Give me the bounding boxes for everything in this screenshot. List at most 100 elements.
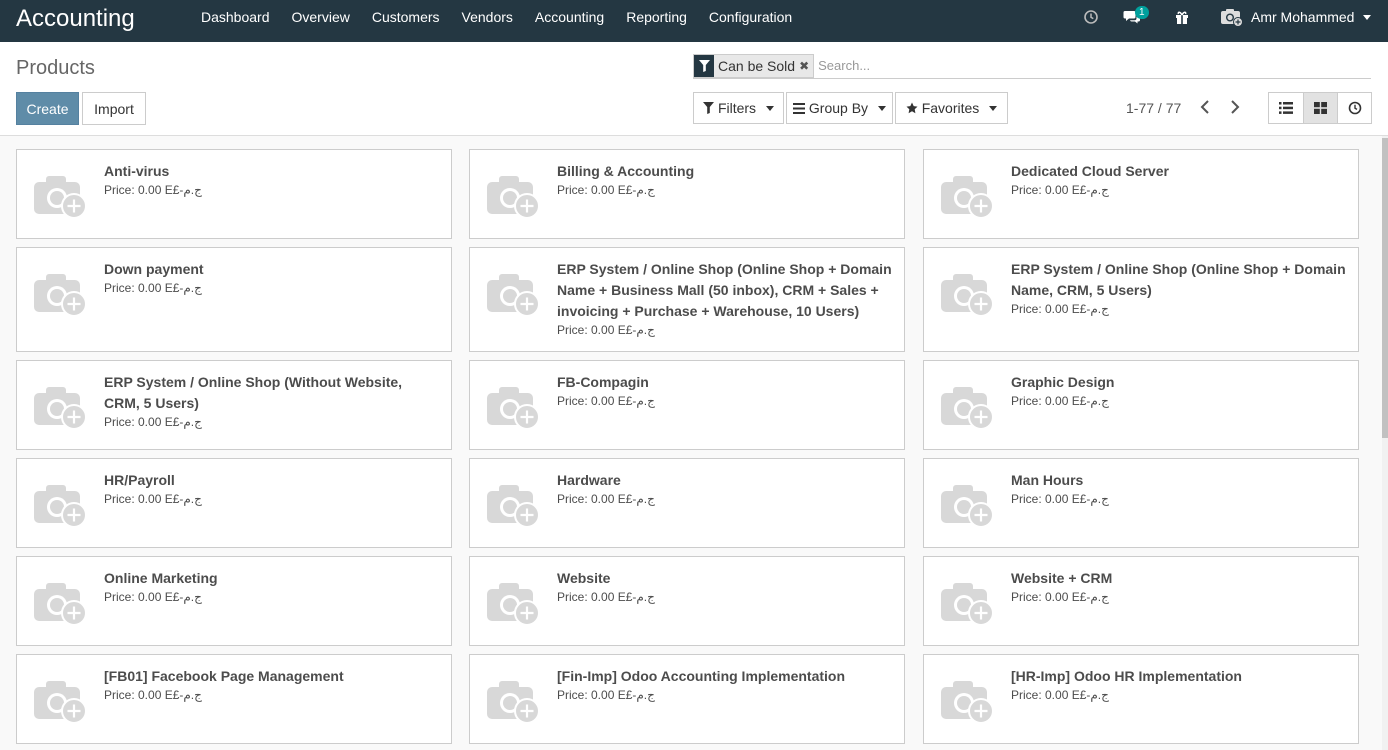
- product-name: [Fin-Imp] Odoo Accounting Implementation: [557, 668, 846, 684]
- kanban-view-icon[interactable]: [1303, 93, 1337, 123]
- top-navbar: Accounting Dashboard Overview Customers …: [0, 0, 1388, 42]
- menu-accounting[interactable]: Accounting: [524, 0, 615, 34]
- product-card[interactable]: ERP System / Online Shop (Online Shop + …: [469, 247, 905, 352]
- product-name: ERP System / Online Shop (Online Shop + …: [1011, 261, 1346, 298]
- searchview: Can be Sold ✖: [693, 53, 1371, 79]
- product-card[interactable]: [Fin-Imp] Odoo Accounting Implementation…: [469, 654, 905, 744]
- menu-vendors[interactable]: Vendors: [451, 0, 524, 34]
- search-input[interactable]: [818, 58, 1319, 73]
- menu-overview[interactable]: Overview: [281, 0, 361, 34]
- product-placeholder-camera-icon: [32, 479, 90, 531]
- product-name: Online Marketing: [104, 570, 218, 586]
- product-price: Price: 0.00 E£-ج.م: [104, 281, 202, 295]
- product-price: Price: 0.00 E£-ج.م: [557, 688, 655, 702]
- product-card[interactable]: Anti-virus Price: 0.00 E£-ج.م: [16, 149, 452, 239]
- product-price: Price: 0.00 E£-ج.م: [1011, 590, 1109, 604]
- product-card[interactable]: Hardware Price: 0.00 E£-ج.م: [469, 458, 905, 548]
- product-name: Graphic Design: [1011, 374, 1115, 390]
- product-card[interactable]: [FB01] Facebook Page Management Price: 0.…: [16, 654, 452, 744]
- product-price: Price: 0.00 E£-ج.م: [1011, 688, 1109, 702]
- activity-view-icon[interactable]: [1337, 93, 1371, 123]
- product-card[interactable]: Website + CRM Price: 0.00 E£-ج.م: [923, 556, 1359, 646]
- product-card-body: Hardware Price: 0.00 E£-ج.م: [557, 470, 892, 506]
- user-name: Amr Mohammed: [1251, 9, 1355, 25]
- product-card-body: Billing & Accounting Price: 0.00 E£-ج.م: [557, 161, 892, 197]
- chat-badge: 1: [1135, 6, 1149, 19]
- product-name: ERP System / Online Shop (Online Shop + …: [557, 261, 892, 319]
- group-by-caret-icon: [878, 105, 887, 111]
- product-card-body: Anti-virus Price: 0.00 E£-ج.م: [104, 161, 439, 197]
- product-card[interactable]: Billing & Accounting Price: 0.00 E£-ج.م: [469, 149, 905, 239]
- product-card[interactable]: Website Price: 0.00 E£-ج.م: [469, 556, 905, 646]
- create-button[interactable]: Create: [16, 92, 79, 125]
- filters-caret-icon: [766, 105, 775, 111]
- product-placeholder-camera-icon: [32, 577, 90, 629]
- product-price: Price: 0.00 E£-ج.م: [104, 688, 202, 702]
- product-card[interactable]: Online Marketing Price: 0.00 E£-ج.م: [16, 556, 452, 646]
- product-placeholder-camera-icon: [485, 675, 543, 727]
- user-menu[interactable]: Amr Mohammed: [1220, 6, 1372, 28]
- product-card-body: Man Hours Price: 0.00 E£-ج.م: [1011, 470, 1346, 506]
- breadcrumb: Products: [16, 57, 95, 79]
- activity-clock-icon[interactable]: [1083, 9, 1099, 25]
- product-name: [HR-Imp] Odoo HR Implementation: [1011, 668, 1242, 684]
- product-placeholder-camera-icon: [485, 381, 543, 433]
- product-name: Dedicated Cloud Server: [1011, 163, 1169, 179]
- scrollbar[interactable]: [1382, 136, 1388, 750]
- pager-value[interactable]: 1-77 / 77: [1126, 100, 1181, 116]
- product-name: Man Hours: [1011, 472, 1084, 488]
- product-card[interactable]: [HR-Imp] Odoo HR Implementation Price: 0.…: [923, 654, 1359, 744]
- product-card-body: ERP System / Online Shop (Without Websit…: [104, 372, 439, 429]
- product-card[interactable]: Graphic Design Price: 0.00 E£-ج.م: [923, 360, 1359, 450]
- product-card[interactable]: ERP System / Online Shop (Without Websit…: [16, 360, 452, 450]
- group-by-button[interactable]: Group By: [786, 92, 893, 124]
- favorites-caret-icon: [989, 105, 998, 111]
- menu-reporting[interactable]: Reporting: [615, 0, 698, 34]
- filters-label: Filters: [717, 100, 757, 116]
- product-price: Price: 0.00 E£-ج.م: [104, 590, 202, 604]
- product-card[interactable]: Down payment Price: 0.00 E£-ج.م: [16, 247, 452, 352]
- product-card[interactable]: ERP System / Online Shop (Online Shop + …: [923, 247, 1359, 352]
- menu-configuration[interactable]: Configuration: [698, 0, 803, 34]
- menu-customers[interactable]: Customers: [361, 0, 451, 34]
- product-price: Price: 0.00 E£-ج.م: [557, 394, 655, 408]
- product-price: Price: 0.00 E£-ج.م: [557, 183, 655, 197]
- product-card[interactable]: FB-Compagin Price: 0.00 E£-ج.م: [469, 360, 905, 450]
- product-price: Price: 0.00 E£-ج.م: [557, 590, 655, 604]
- gift-icon[interactable]: [1174, 9, 1190, 25]
- product-price: Price: 0.00 E£-ج.م: [557, 323, 655, 337]
- chat-icon[interactable]: 1: [1122, 6, 1149, 26]
- view-switcher: [1268, 92, 1372, 124]
- product-name: ERP System / Online Shop (Without Websit…: [104, 374, 403, 411]
- product-price: Price: 0.00 E£-ج.م: [104, 415, 202, 429]
- list-view-icon[interactable]: [1269, 93, 1303, 123]
- product-card-body: HR/Payroll Price: 0.00 E£-ج.م: [104, 470, 439, 506]
- product-placeholder-camera-icon: [485, 170, 543, 222]
- filters-button[interactable]: Filters: [693, 92, 784, 124]
- product-card-body: [FB01] Facebook Page Management Price: 0.…: [104, 666, 439, 702]
- bars-icon: [792, 102, 805, 114]
- product-card-body: Down payment Price: 0.00 E£-ج.م: [104, 259, 439, 295]
- pager-previous-icon[interactable]: [1195, 97, 1215, 117]
- pager-next-icon[interactable]: [1225, 97, 1245, 117]
- product-price: Price: 0.00 E£-ج.م: [557, 492, 655, 506]
- product-card[interactable]: Man Hours Price: 0.00 E£-ج.م: [923, 458, 1359, 548]
- product-name: HR/Payroll: [104, 472, 175, 488]
- product-name: Hardware: [557, 472, 621, 488]
- product-name: Website + CRM: [1011, 570, 1113, 586]
- product-card[interactable]: HR/Payroll Price: 0.00 E£-ج.م: [16, 458, 452, 548]
- favorites-button[interactable]: Favorites: [895, 92, 1008, 124]
- avatar-camera-icon: [1220, 7, 1244, 27]
- product-card-body: Online Marketing Price: 0.00 E£-ج.م: [104, 568, 439, 604]
- product-price: Price: 0.00 E£-ج.م: [1011, 302, 1109, 316]
- product-placeholder-camera-icon: [939, 268, 997, 320]
- product-name: Billing & Accounting: [557, 163, 695, 179]
- product-name: Anti-virus: [104, 163, 170, 179]
- menu-dashboard[interactable]: Dashboard: [190, 0, 281, 34]
- facet-remove-icon[interactable]: ✖: [799, 55, 813, 77]
- app-title[interactable]: Accounting: [16, 5, 135, 33]
- product-placeholder-camera-icon: [485, 479, 543, 531]
- group-by-label: Group By: [808, 100, 869, 116]
- product-card[interactable]: Dedicated Cloud Server Price: 0.00 E£-ج.م: [923, 149, 1359, 239]
- import-button[interactable]: Import: [82, 92, 146, 125]
